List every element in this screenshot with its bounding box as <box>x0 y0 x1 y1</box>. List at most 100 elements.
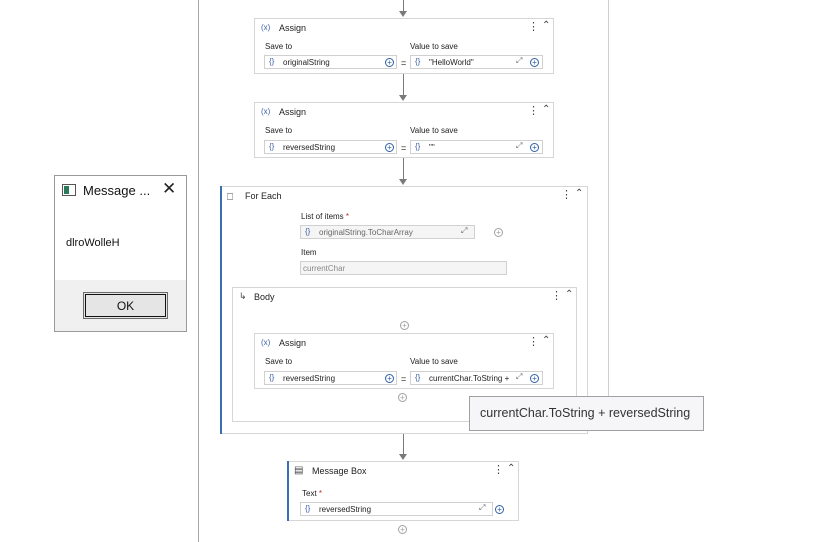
list-of-items-text: List of items <box>301 212 344 221</box>
brace-icon: {} <box>269 142 275 151</box>
required-mark: * <box>345 212 350 221</box>
message-dialog: Message ... ✕ dlroWolleH OK <box>54 175 187 332</box>
text-field[interactable]: {} reversedString ⤢ <box>300 502 493 516</box>
more-options-icon[interactable]: ⋮ <box>493 464 504 476</box>
connector <box>403 434 404 455</box>
assign-activity-loop[interactable]: (x) Assign ⋮ ⌃ Save to Value to save {} … <box>254 333 554 389</box>
add-variable-icon[interactable]: + <box>385 58 394 67</box>
value-text: "" <box>429 143 435 152</box>
body-arrow-icon: ↳ <box>239 291 247 301</box>
canvas-right-border <box>608 0 609 430</box>
brace-icon: {} <box>415 142 421 151</box>
message-box-activity[interactable]: ▤ Message Box ⋮ ⌃ Text * {} reversedStri… <box>287 461 519 521</box>
text-label: Text * <box>302 489 322 498</box>
collapse-icon[interactable]: ⌃ <box>507 463 515 475</box>
list-of-items-value: originalString.ToCharArray <box>319 228 413 237</box>
variable-icon: (x) <box>261 23 271 32</box>
brace-icon: {} <box>269 373 275 382</box>
add-value-icon[interactable]: + <box>495 505 504 514</box>
add-value-icon[interactable]: + <box>530 374 539 383</box>
close-icon[interactable]: ✕ <box>162 179 176 199</box>
connector-arrow <box>399 11 407 17</box>
expand-icon[interactable]: ⤢ <box>479 503 485 513</box>
save-to-field[interactable]: {} reversedString <box>264 371 397 385</box>
value-to-save-label: Value to save <box>410 357 458 366</box>
save-to-label: Save to <box>265 357 293 366</box>
more-options-icon[interactable]: ⋮ <box>528 21 539 33</box>
activity-title: Assign <box>279 338 307 348</box>
list-of-items-label: List of items * <box>301 212 349 221</box>
value-tooltip: currentChar.ToString + reversedString <box>469 396 704 431</box>
text-value: reversedString <box>319 505 372 514</box>
collapse-icon[interactable]: ⌃ <box>542 104 550 116</box>
insert-activity-icon[interactable]: + <box>398 393 407 402</box>
add-value-icon[interactable]: + <box>530 143 539 152</box>
save-to-value: originalString <box>283 58 330 67</box>
selection-bar <box>287 461 289 521</box>
required-mark: * <box>318 489 323 498</box>
item-field[interactable]: currentChar <box>300 261 507 275</box>
body-title: Body <box>254 292 275 302</box>
brace-icon: {} <box>269 57 275 66</box>
item-value: currentChar <box>303 264 346 273</box>
equals-sign: = <box>401 374 407 384</box>
selection-bar <box>220 186 222 434</box>
collapse-icon[interactable]: ⌃ <box>565 289 573 301</box>
insert-activity-icon[interactable]: + <box>400 321 409 330</box>
collapse-icon[interactable]: ⌃ <box>542 20 550 32</box>
value-text: "HelloWorld" <box>429 58 474 67</box>
variable-icon: (x) <box>261 338 271 347</box>
list-of-items-field[interactable]: {} originalString.ToCharArray ⤢ <box>300 225 475 239</box>
value-text: currentChar.ToString + <box>429 374 510 383</box>
app-icon-panel <box>64 186 69 194</box>
value-field[interactable]: {} "HelloWorld" ⤢ <box>410 55 543 69</box>
expand-icon[interactable]: ⤢ <box>516 56 522 66</box>
more-options-icon[interactable]: ⋮ <box>528 336 539 348</box>
add-variable-icon[interactable]: + <box>385 143 394 152</box>
save-to-field[interactable]: {} originalString <box>264 55 397 69</box>
value-field[interactable]: {} currentChar.ToString + ⤢ <box>410 371 543 385</box>
equals-sign: = <box>401 143 407 153</box>
connector-arrow <box>399 95 407 101</box>
save-to-field[interactable]: {} reversedString <box>264 140 397 154</box>
save-to-label: Save to <box>265 126 293 135</box>
expand-icon[interactable]: ⤢ <box>516 372 522 382</box>
text-label-text: Text <box>302 489 317 498</box>
collapse-icon[interactable]: ⌃ <box>575 188 583 200</box>
message-box-icon: ▤ <box>294 465 304 476</box>
connector <box>403 74 404 96</box>
value-field[interactable]: {} "" ⤢ <box>410 140 543 154</box>
save-to-label: Save to <box>265 42 293 51</box>
collapse-icon[interactable]: ⌃ <box>542 335 550 347</box>
more-options-icon[interactable]: ⋮ <box>528 105 539 117</box>
brace-icon: {} <box>305 504 311 513</box>
more-options-icon[interactable]: ⋮ <box>561 189 572 201</box>
dialog-title: Message ... <box>83 183 151 198</box>
expand-icon[interactable]: ⤢ <box>461 226 467 236</box>
app-icon <box>62 184 76 196</box>
brace-icon: {} <box>415 373 421 382</box>
add-list-icon[interactable]: + <box>494 228 503 237</box>
variable-icon: (x) <box>261 107 271 116</box>
activity-title: Message Box <box>312 466 367 476</box>
value-to-save-label: Value to save <box>410 42 458 51</box>
assign-activity-reversed-init[interactable]: (x) Assign ⋮ ⌃ Save to Value to save {} … <box>254 102 554 158</box>
canvas-left-border <box>198 0 199 542</box>
connector-arrow <box>399 179 407 185</box>
brace-icon: {} <box>415 57 421 66</box>
value-to-save-label: Value to save <box>410 126 458 135</box>
equals-sign: = <box>401 58 407 68</box>
add-variable-icon[interactable]: + <box>385 374 394 383</box>
expand-icon[interactable]: ⤢ <box>516 141 522 151</box>
add-value-icon[interactable]: + <box>530 58 539 67</box>
more-options-icon[interactable]: ⋮ <box>551 290 562 302</box>
foreach-icon: ⎕ <box>227 192 233 203</box>
ok-button[interactable]: OK <box>83 292 168 319</box>
dialog-message: dlroWolleH <box>66 237 120 249</box>
insert-activity-icon[interactable]: + <box>398 525 407 534</box>
assign-activity-original[interactable]: (x) Assign ⋮ ⌃ Save to Value to save {} … <box>254 18 554 74</box>
connector-arrow <box>399 454 407 460</box>
brace-icon: {} <box>305 227 311 236</box>
activity-title: Assign <box>279 107 307 117</box>
save-to-value: reversedString <box>283 374 336 383</box>
